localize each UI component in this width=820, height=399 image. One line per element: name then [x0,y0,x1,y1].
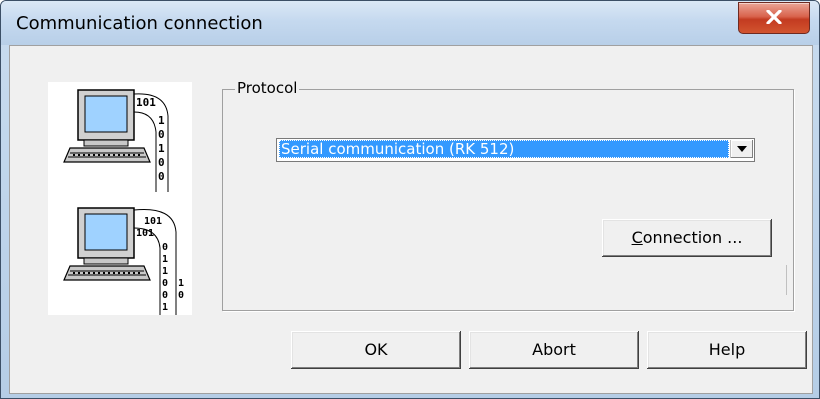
group-edge-mark [786,265,787,295]
chevron-down-icon [737,146,747,152]
dialog-window: Communication connection 101 1 0 1 0 0 1… [0,0,820,399]
ok-button[interactable]: OK [291,331,461,369]
abort-button-label: Abort [532,340,576,359]
bits-label: 1 [162,302,168,313]
protocol-select-value[interactable]: Serial communication (RK 512) [279,140,729,158]
bits-label: 1 [162,254,168,265]
abort-button[interactable]: Abort [469,331,639,369]
communication-illustration: 101 1 0 1 0 0 101 101 0 1 1 0 0 1 1 0 [48,82,192,315]
connection-button[interactable]: Connection ... [602,219,772,257]
protocol-select[interactable]: Serial communication (RK 512) [276,138,755,162]
bits-label: 0 [178,290,184,301]
bits-label: 0 [162,278,168,289]
window-title: Communication connection [16,13,263,34]
bits-label: 1 [158,114,165,127]
computer-link-icon: 101 1 0 1 0 0 101 101 0 1 1 0 0 1 1 0 [63,89,184,315]
bits-label: 0 [158,156,165,169]
bits-label: 1 [158,142,165,155]
help-button-label: Help [708,340,746,359]
dialog-body: 101 1 0 1 0 0 101 101 0 1 1 0 0 1 1 0 Pr… [9,45,813,394]
bits-label: 101 [136,228,154,239]
protocol-group-label: Protocol [235,79,300,97]
bits-label: 1 [178,278,184,289]
close-icon [766,10,782,24]
computer-1-icon: 101 1 0 1 0 0 [63,89,169,192]
bits-label: 101 [136,96,156,109]
computer-2-icon: 101 101 0 1 1 0 0 1 1 0 [63,207,184,315]
ok-button-label: OK [364,340,388,359]
dropdown-button[interactable] [730,140,753,158]
bits-label: 1 [162,266,168,277]
bits-label: 101 [144,216,162,227]
title-bar[interactable]: Communication connection [1,1,819,45]
bits-label: 0 [158,128,165,141]
close-button[interactable] [738,2,810,34]
help-button[interactable]: Help [647,331,807,369]
bits-label: 0 [162,242,168,253]
connection-button-label: onnection ... [642,228,743,247]
connection-button-accelerator: C [631,228,643,247]
protocol-group: Protocol Serial communication (RK 512) C… [222,79,794,311]
bits-label: 0 [158,170,165,183]
bits-label: 0 [162,290,168,301]
